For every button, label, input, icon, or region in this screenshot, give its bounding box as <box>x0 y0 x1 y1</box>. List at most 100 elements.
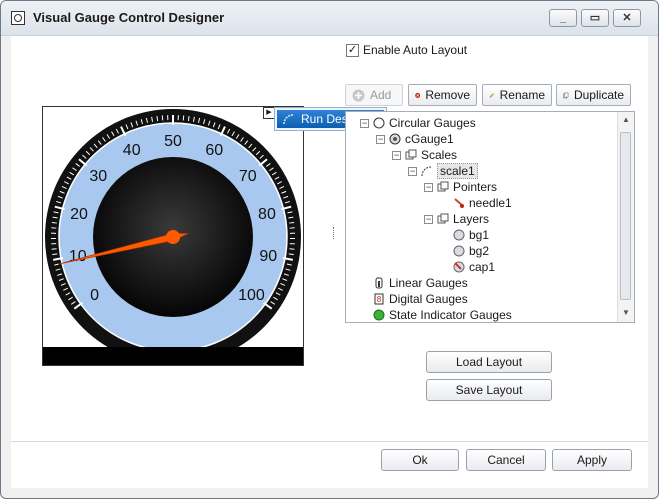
footer-separator <box>11 441 648 442</box>
state-indicator-icon <box>373 309 385 321</box>
enable-auto-layout-option[interactable]: ✓ Enable Auto Layout <box>346 42 467 58</box>
tree-expander[interactable]: − <box>360 118 369 128</box>
svg-text:8: 8 <box>377 295 382 304</box>
duplicate-button-label: Duplicate <box>573 88 624 102</box>
tree-node-label: needle1 <box>469 196 512 210</box>
scale-label: 40 <box>123 142 141 159</box>
tree-scrollbar[interactable]: ▲ ▼ <box>617 112 634 322</box>
circular-gauges-icon <box>373 117 385 129</box>
folder-icon <box>405 149 417 161</box>
gauge-preview[interactable]: 0 10 20 30 40 50 60 70 80 90 100 ▶ <box>42 106 304 366</box>
add-button-label: Add <box>370 88 392 102</box>
window-title: Visual Gauge Control Designer <box>33 10 225 25</box>
gauge-bottom-shadow <box>43 347 303 365</box>
designer-window: Visual Gauge Control Designer _ ▭ ✕ ✓ En… <box>0 0 659 499</box>
circular-gauge-icon <box>389 133 401 145</box>
cancel-button[interactable]: Cancel <box>466 449 546 471</box>
enable-auto-layout-checkbox[interactable]: ✓ <box>346 43 359 57</box>
add-icon <box>352 89 365 101</box>
tree-node-label: State Indicator Gauges <box>389 308 512 322</box>
tree-expander[interactable]: − <box>424 182 433 192</box>
remove-icon <box>415 92 421 98</box>
scale-label: 50 <box>164 133 182 150</box>
tree-node-label: cGauge1 <box>405 132 454 146</box>
cap-icon <box>453 261 465 273</box>
folder-icon <box>437 181 449 193</box>
scale-label: 0 <box>90 287 99 304</box>
apply-button[interactable]: Apply <box>552 449 632 471</box>
scale-label: 60 <box>205 142 223 159</box>
tree-node-state-indicator-gauges[interactable]: State Indicator Gauges <box>360 307 512 322</box>
linear-gauge-icon <box>373 277 385 289</box>
rename-button-label: Rename <box>499 88 545 102</box>
needle-icon <box>453 197 465 209</box>
load-layout-button[interactable]: Load Layout <box>426 351 552 373</box>
tree-node-bg2[interactable]: bg2 <box>440 243 489 259</box>
minimize-button[interactable]: _ <box>549 9 577 27</box>
tree-node-cgauge1[interactable]: − cGauge1 <box>376 131 454 147</box>
tree-expander[interactable]: − <box>392 150 401 160</box>
minor-tick <box>51 221 57 224</box>
tree-node-label: bg1 <box>469 228 490 242</box>
minor-tick <box>52 253 58 256</box>
scroll-up-arrow[interactable]: ▲ <box>621 115 631 125</box>
title-bar: Visual Gauge Control Designer _ ▭ ✕ <box>1 1 658 36</box>
minor-tick <box>156 115 159 122</box>
pencil-icon <box>489 92 495 98</box>
copy-icon <box>563 92 569 98</box>
tree-node-label: Pointers <box>453 180 498 194</box>
tree-node-layers[interactable]: − Layers <box>424 211 489 227</box>
tree-node-label: cap1 <box>469 260 496 274</box>
scale-label: 20 <box>70 206 88 223</box>
scale-label: 70 <box>239 168 257 185</box>
gauge-cap <box>166 230 180 244</box>
panel-splitter[interactable] <box>333 227 337 239</box>
maximize-button[interactable]: ▭ <box>581 9 609 27</box>
layer-icon <box>453 229 465 241</box>
circular-gauge[interactable]: 0 10 20 30 40 50 60 70 80 90 100 <box>43 107 303 365</box>
tree-expander[interactable]: − <box>408 166 417 176</box>
scroll-thumb[interactable] <box>620 132 631 300</box>
tree-expander[interactable]: − <box>424 214 433 224</box>
arc-icon <box>283 114 295 125</box>
gauge-elements-tree[interactable]: − Circular Gauges − cGauge1− Scales − scale1− P… <box>345 111 635 323</box>
tree-node-label: Linear Gauges <box>389 276 468 290</box>
rename-button[interactable]: Rename <box>482 84 552 106</box>
minor-tick <box>289 221 295 224</box>
remove-button[interactable]: Remove <box>408 84 477 106</box>
scale-label: 90 <box>259 248 277 265</box>
arc-scale-icon <box>421 165 433 177</box>
duplicate-button[interactable]: Duplicate <box>556 84 631 106</box>
save-layout-button[interactable]: Save Layout <box>426 379 552 401</box>
ok-button[interactable]: Ok <box>381 449 459 471</box>
close-button[interactable]: ✕ <box>613 9 641 27</box>
tree-node-pointers[interactable]: − Pointers <box>424 179 497 195</box>
add-button[interactable]: Add <box>345 84 403 106</box>
tree-node-needle1[interactable]: needle1 <box>440 195 512 211</box>
scale-label: 30 <box>89 168 107 185</box>
tree-node-scale1[interactable]: − scale1 <box>408 163 478 179</box>
tree-node-label: Circular Gauges <box>389 116 476 130</box>
digital-gauge-icon: 8 <box>373 293 385 305</box>
scroll-down-arrow[interactable]: ▼ <box>621 308 631 318</box>
tree-node-digital-gauges[interactable]: 8 Digital Gauges <box>360 291 468 307</box>
tree-node-label: Scales <box>421 148 458 162</box>
tree-node-label: scale1 <box>437 163 478 179</box>
scale-label: 80 <box>258 206 276 223</box>
tree-node-label: Layers <box>453 212 490 226</box>
enable-auto-layout-label: Enable Auto Layout <box>363 43 468 57</box>
scale-label: 10 <box>69 248 87 265</box>
tree-node-linear-gauges[interactable]: Linear Gauges <box>360 275 468 291</box>
folder-icon <box>437 213 449 225</box>
tree-node-scales[interactable]: − Scales <box>392 147 457 163</box>
tree-node-bg1[interactable]: bg1 <box>440 227 489 243</box>
minor-tick <box>51 248 57 250</box>
minor-tick <box>288 253 294 256</box>
tree-node-cap1[interactable]: cap1 <box>440 259 495 275</box>
minor-tick <box>289 248 295 250</box>
tree-node-circular-gauges[interactable]: − Circular Gauges <box>360 115 476 131</box>
scale-label: 100 <box>238 287 265 304</box>
minor-tick <box>187 115 190 122</box>
tree-node-label: bg2 <box>469 244 490 258</box>
tree-expander[interactable]: − <box>376 134 385 144</box>
